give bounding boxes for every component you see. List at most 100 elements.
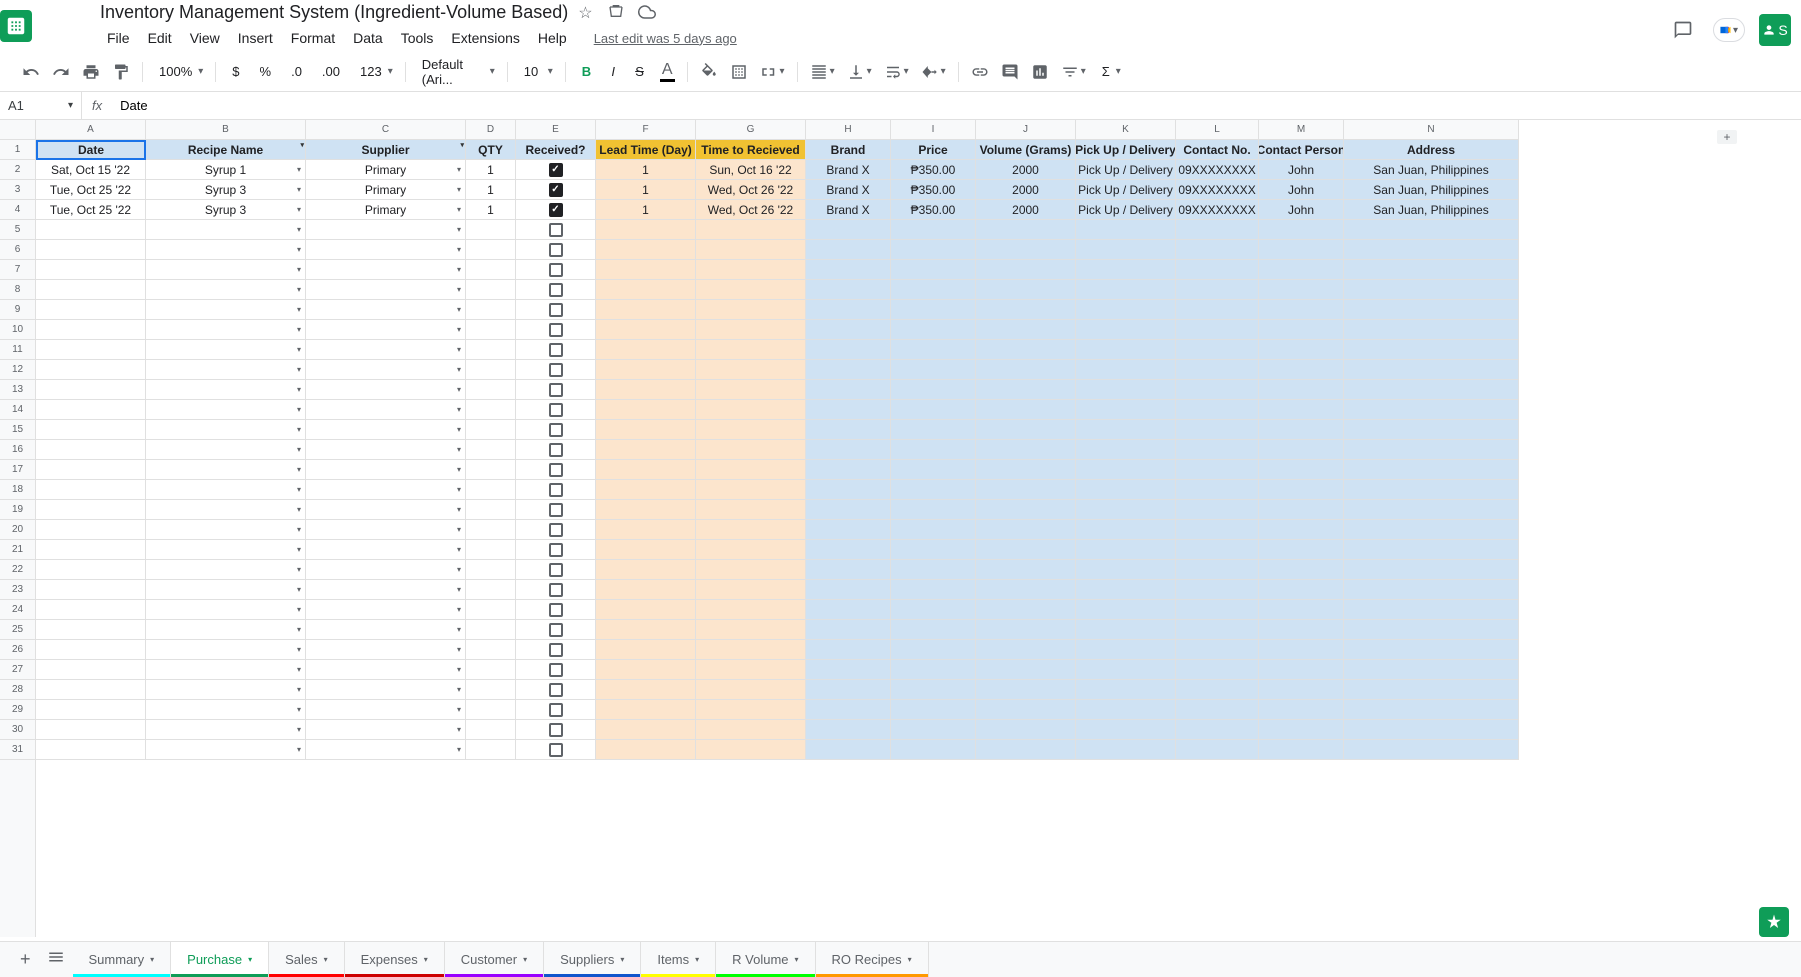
column-title-cell[interactable]: Pick Up / Delivery: [1076, 140, 1176, 160]
empty-cell[interactable]: [1076, 720, 1176, 740]
empty-cell[interactable]: [466, 580, 516, 600]
dropdown-arrow-icon[interactable]: ▾: [297, 325, 301, 334]
empty-cell[interactable]: [36, 440, 146, 460]
explore-button[interactable]: [1759, 907, 1789, 937]
empty-cell[interactable]: [976, 260, 1076, 280]
empty-cell[interactable]: ▾: [146, 340, 306, 360]
empty-cell[interactable]: [891, 560, 976, 580]
row-header[interactable]: 31: [0, 740, 35, 760]
data-cell[interactable]: Brand X: [806, 160, 891, 180]
empty-cell[interactable]: [36, 720, 146, 740]
empty-cell[interactable]: [1176, 420, 1259, 440]
row-header[interactable]: 4: [0, 200, 35, 220]
dropdown-arrow-icon[interactable]: ▾: [297, 705, 301, 714]
empty-cell[interactable]: [891, 420, 976, 440]
empty-cell[interactable]: [36, 420, 146, 440]
empty-cell[interactable]: [696, 600, 806, 620]
empty-cell[interactable]: [36, 260, 146, 280]
empty-cell[interactable]: [1076, 280, 1176, 300]
column-title-cell[interactable]: Time to Recieved: [696, 140, 806, 160]
empty-cell[interactable]: [596, 420, 696, 440]
row-header[interactable]: 15: [0, 420, 35, 440]
empty-cell[interactable]: [891, 300, 976, 320]
empty-cell[interactable]: [466, 220, 516, 240]
empty-cell[interactable]: [1176, 300, 1259, 320]
checkbox[interactable]: [549, 263, 563, 277]
empty-cell[interactable]: ▾: [146, 440, 306, 460]
empty-cell[interactable]: [516, 320, 596, 340]
empty-cell[interactable]: [891, 320, 976, 340]
checkbox[interactable]: [549, 363, 563, 377]
data-cell[interactable]: San Juan, Philippines: [1344, 200, 1519, 220]
empty-cell[interactable]: [976, 440, 1076, 460]
empty-cell[interactable]: ▾: [306, 600, 466, 620]
empty-cell[interactable]: [1176, 560, 1259, 580]
empty-cell[interactable]: [1259, 340, 1344, 360]
row-header[interactable]: 16: [0, 440, 35, 460]
empty-cell[interactable]: [696, 540, 806, 560]
share-button[interactable]: S: [1759, 14, 1791, 46]
empty-cell[interactable]: [516, 360, 596, 380]
empty-cell[interactable]: [891, 400, 976, 420]
empty-cell[interactable]: [1259, 560, 1344, 580]
chevron-down-icon[interactable]: ▾: [695, 955, 699, 964]
empty-cell[interactable]: [516, 220, 596, 240]
col-header-L[interactable]: L: [1176, 120, 1259, 140]
dropdown-arrow-icon[interactable]: ▾: [457, 325, 461, 334]
empty-cell[interactable]: [806, 480, 891, 500]
dropdown-arrow-icon[interactable]: ▾: [297, 665, 301, 674]
empty-cell[interactable]: ▾: [146, 500, 306, 520]
data-cell[interactable]: San Juan, Philippines: [1344, 180, 1519, 200]
checkbox[interactable]: [549, 443, 563, 457]
dropdown-arrow-icon[interactable]: ▾: [297, 485, 301, 494]
empty-cell[interactable]: [516, 540, 596, 560]
data-cell[interactable]: [516, 200, 596, 220]
checkbox[interactable]: [549, 223, 563, 237]
dropdown-arrow-icon[interactable]: ▾: [457, 485, 461, 494]
data-cell[interactable]: San Juan, Philippines: [1344, 160, 1519, 180]
empty-cell[interactable]: [976, 400, 1076, 420]
functions-button[interactable]: Σ▾: [1092, 59, 1127, 85]
empty-cell[interactable]: [1076, 240, 1176, 260]
select-all-corner[interactable]: [0, 120, 36, 140]
empty-cell[interactable]: [1259, 440, 1344, 460]
empty-cell[interactable]: [1344, 440, 1519, 460]
data-cell[interactable]: Brand X: [806, 200, 891, 220]
empty-cell[interactable]: [891, 260, 976, 280]
empty-cell[interactable]: [806, 740, 891, 760]
empty-cell[interactable]: [466, 680, 516, 700]
empty-cell[interactable]: [696, 560, 806, 580]
dropdown-arrow-icon[interactable]: ▾: [297, 525, 301, 534]
empty-cell[interactable]: [1344, 460, 1519, 480]
empty-cell[interactable]: [696, 340, 806, 360]
empty-cell[interactable]: [466, 620, 516, 640]
empty-cell[interactable]: ▾: [146, 700, 306, 720]
empty-cell[interactable]: [596, 620, 696, 640]
empty-cell[interactable]: [36, 240, 146, 260]
empty-cell[interactable]: [466, 240, 516, 260]
empty-cell[interactable]: [696, 240, 806, 260]
empty-cell[interactable]: [806, 340, 891, 360]
empty-cell[interactable]: [891, 720, 976, 740]
print-button[interactable]: [76, 59, 106, 85]
checkbox[interactable]: [549, 163, 563, 177]
empty-cell[interactable]: [36, 400, 146, 420]
empty-cell[interactable]: [1344, 380, 1519, 400]
empty-cell[interactable]: ▾: [306, 640, 466, 660]
menu-help[interactable]: Help: [531, 26, 574, 50]
data-cell[interactable]: 1: [596, 200, 696, 220]
empty-cell[interactable]: [36, 660, 146, 680]
empty-cell[interactable]: [596, 500, 696, 520]
empty-cell[interactable]: [1176, 360, 1259, 380]
data-cell[interactable]: Syrup 3▾: [146, 200, 306, 220]
data-cell[interactable]: Syrup 1▾: [146, 160, 306, 180]
empty-cell[interactable]: [891, 580, 976, 600]
empty-cell[interactable]: [1259, 280, 1344, 300]
empty-cell[interactable]: [516, 380, 596, 400]
empty-cell[interactable]: [696, 720, 806, 740]
empty-cell[interactable]: [806, 660, 891, 680]
italic-button[interactable]: I: [601, 59, 625, 85]
empty-cell[interactable]: [1176, 320, 1259, 340]
sheet-tab-purchase[interactable]: Purchase▾: [171, 942, 269, 977]
col-header-A[interactable]: A: [36, 120, 146, 140]
